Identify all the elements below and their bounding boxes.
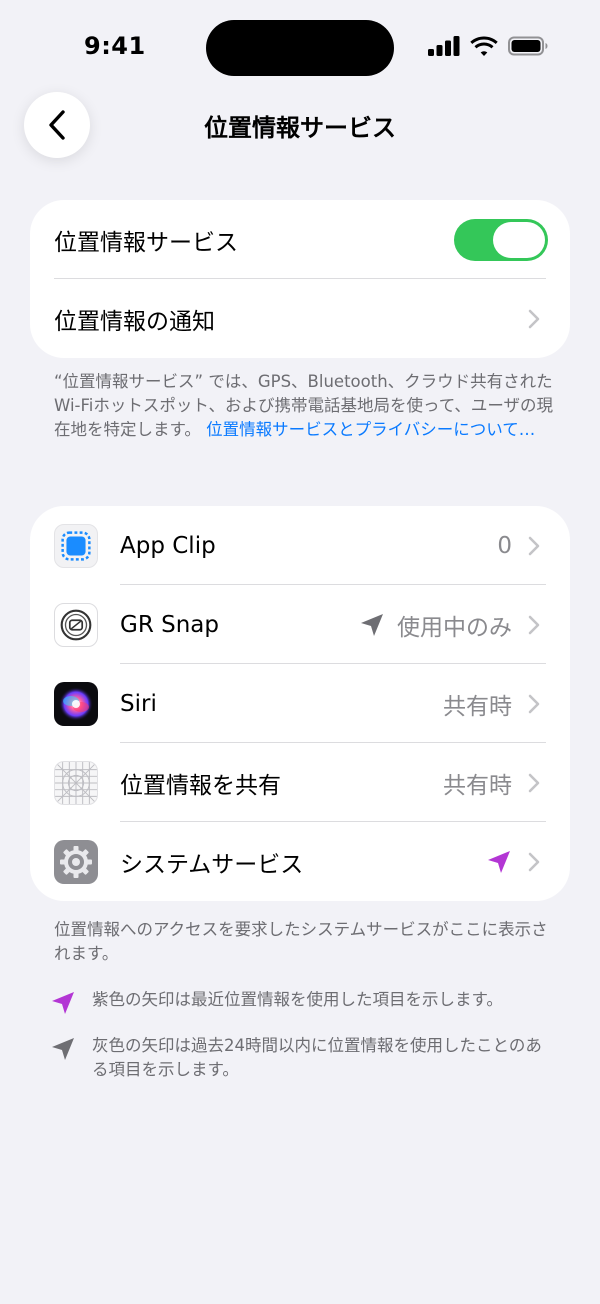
legend-purple-text: 紫色の矢印は最近位置情報を使用した項目を示します。: [92, 990, 503, 1009]
location-services-toggle-row: 位置情報サービス: [30, 200, 570, 279]
status-time: 9:41: [84, 32, 146, 60]
chevron-right-icon: [528, 536, 540, 555]
app-permission-value: [486, 849, 512, 875]
location-alerts-row[interactable]: 位置情報の通知: [30, 279, 570, 358]
privacy-link[interactable]: 位置情報サービスとプライバシーについて…: [206, 420, 535, 439]
location-alerts-label: 位置情報の通知: [54, 308, 215, 335]
legend-gray-text: 灰色の矢印は過去24時間以内に位置情報を使用したことのある項目を示します。: [92, 1036, 542, 1079]
permission-text: 使用中のみ: [397, 614, 512, 641]
app-clip-icon: [54, 524, 98, 568]
location-arrow-purple-icon: [488, 850, 510, 873]
siri-icon: [54, 682, 98, 726]
page-title: 位置情報サービス: [204, 114, 396, 142]
legend-purple: 紫色の矢印は最近位置情報を使用した項目を示します。: [50, 988, 542, 1023]
permission-text: 共有時: [443, 693, 512, 720]
app-name: 位置情報を共有: [120, 772, 281, 799]
toggle-knob: [493, 222, 545, 258]
permission-text: 0: [497, 532, 512, 559]
status-bar: 9:41: [0, 0, 600, 96]
status-icons: [428, 36, 548, 56]
permission-text: 共有時: [443, 772, 512, 799]
location-arrow-purple-icon: [52, 992, 74, 1014]
cellular-signal-icon: [428, 36, 460, 56]
app-permission-value: 共有時: [443, 687, 512, 721]
legend-gray: 灰色の矢印は過去24時間以内に位置情報を使用したことのある項目を示します。: [50, 1034, 542, 1082]
dynamic-island: [206, 20, 394, 76]
chevron-right-icon: [528, 694, 540, 713]
battery-icon: [508, 36, 548, 56]
location-services-label: 位置情報サービス: [54, 229, 238, 256]
app-name: GR Snap: [120, 611, 219, 638]
wifi-icon: [470, 36, 498, 56]
location-services-toggle[interactable]: [454, 219, 548, 261]
location-arrow-gray-icon: [52, 1038, 74, 1060]
chevron-right-icon: [528, 852, 540, 871]
chevron-right-icon: [528, 309, 540, 328]
app-name: システムサービス: [120, 851, 304, 878]
app-name: Siri: [120, 690, 157, 717]
screen: 9:41 位置情報サービス 位置情報サービス 位置情報の通知 “位置情報サービス…: [0, 0, 600, 1304]
system-services-footnote: 位置情報へのアクセスを要求したシステムサービスがここに表示されます。: [54, 920, 548, 963]
app-permission-value: 0: [497, 533, 512, 559]
app-name: App Clip: [120, 532, 216, 559]
chevron-right-icon: [528, 615, 540, 634]
location-arrow-gray-icon: [361, 613, 383, 636]
app-row-gr-snap[interactable]: GR Snap 使用中のみ: [30, 585, 570, 664]
chevron-right-icon: [528, 773, 540, 792]
app-row-share-location[interactable]: 位置情報を共有 共有時: [30, 743, 570, 822]
app-list-card: App Clip 0 GR Snap 使用中のみ Siri 共有時 位置情報を共…: [30, 506, 570, 901]
location-services-card: 位置情報サービス 位置情報の通知: [30, 200, 570, 358]
share-location-icon: [54, 761, 98, 805]
location-services-description: “位置情報サービス” では、GPS、Bluetooth、クラウド共有されたWi-…: [54, 370, 554, 442]
app-row-siri[interactable]: Siri 共有時: [30, 664, 570, 743]
system-services-icon: [54, 840, 98, 884]
app-row-system-services[interactable]: システムサービス: [30, 822, 570, 901]
app-permission-value: 使用中のみ: [359, 608, 512, 642]
gr-snap-icon: [54, 603, 98, 647]
app-row-app-clip[interactable]: App Clip 0: [30, 506, 570, 585]
app-permission-value: 共有時: [443, 766, 512, 800]
